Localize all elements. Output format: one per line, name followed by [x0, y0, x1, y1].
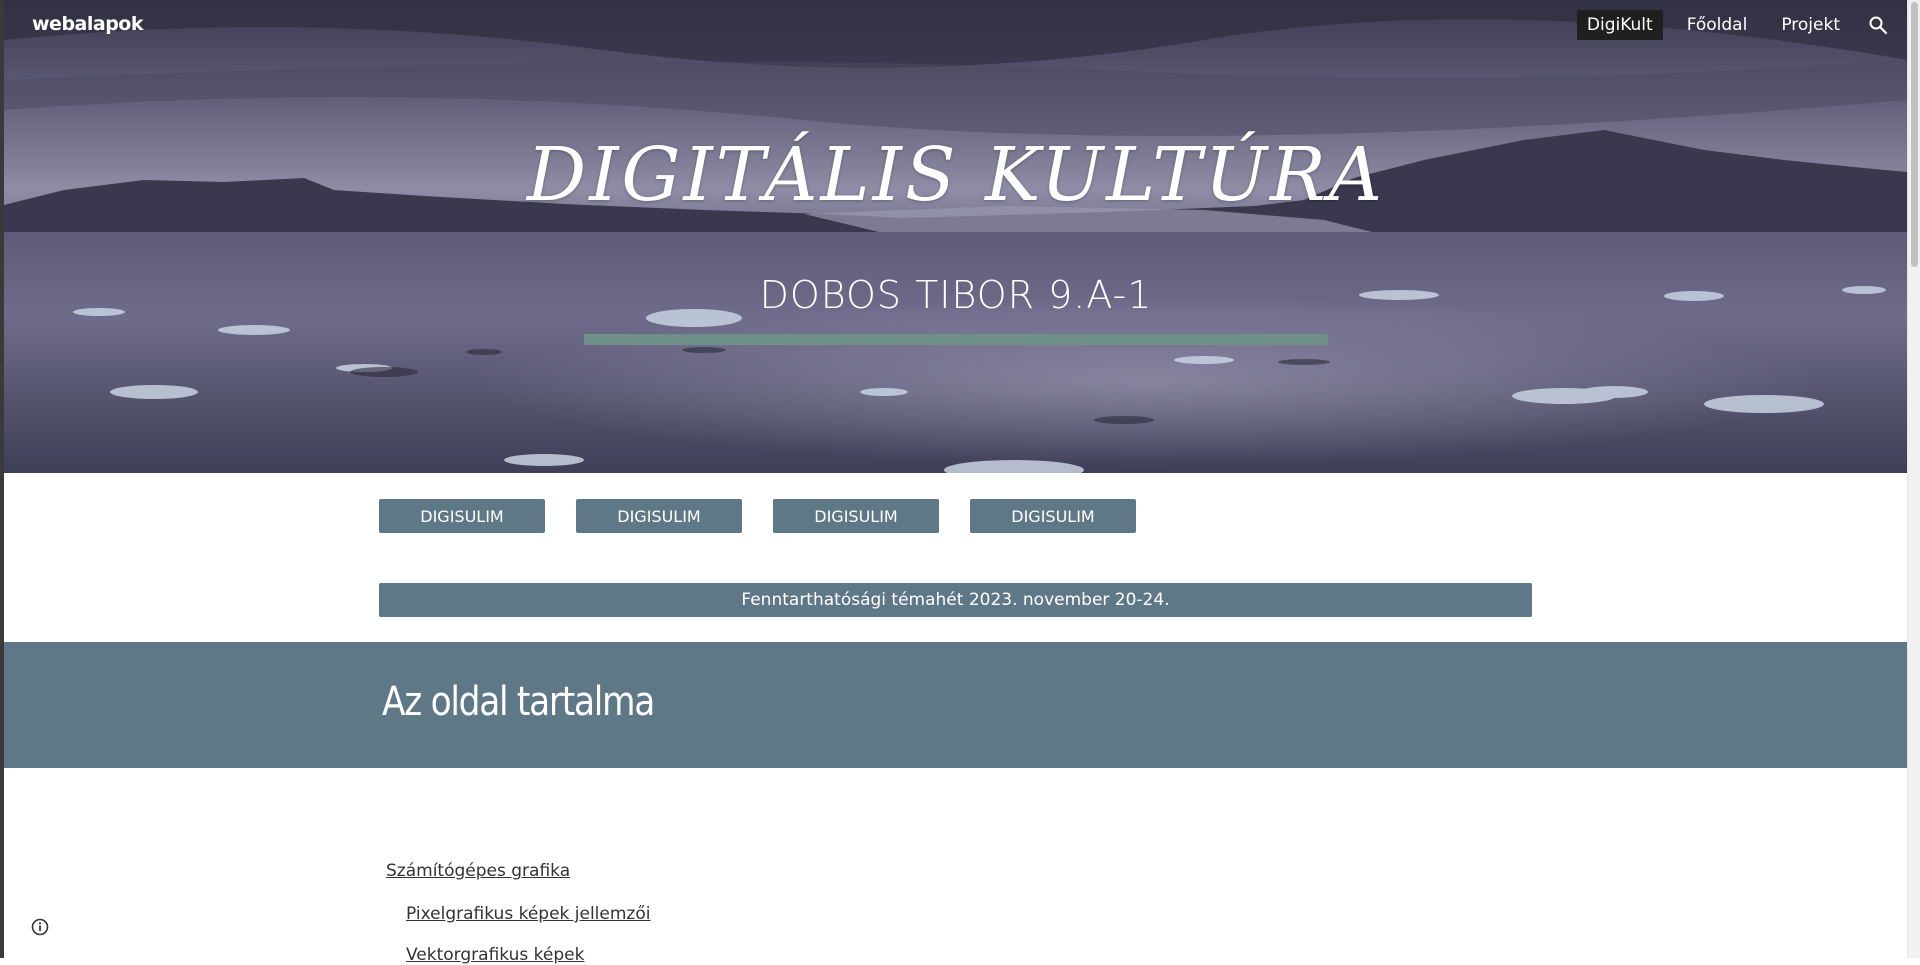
vertical-scrollbar[interactable]: [1907, 0, 1920, 958]
button-row: DIGISULIM DIGISULIM DIGISULIM DIGISULIM: [379, 499, 1167, 533]
hero-accent-bar: [584, 334, 1328, 345]
nav-item-projekt[interactable]: Projekt: [1771, 10, 1850, 40]
hero-background-image: [4, 0, 1908, 473]
section-heading-band: [4, 642, 1908, 768]
toc-link-pixelgrafikus-kepek[interactable]: Pixelgrafikus képek jellemzői: [406, 904, 650, 924]
digisulim-button-2[interactable]: DIGISULIM: [576, 499, 742, 533]
nav-item-fooldal[interactable]: Főoldal: [1677, 10, 1758, 40]
page-subtitle: DOBOS TIBOR 9.A-1: [759, 273, 1153, 317]
info-icon: [31, 918, 49, 936]
top-navigation: DigiKult Főoldal Projekt: [1576, 10, 1908, 40]
toc-link-vektorgrafikus-kepek[interactable]: Vektorgrafikus képek: [406, 945, 584, 965]
toc-link-szamitogepes-grafika[interactable]: Számítógépes grafika: [386, 861, 570, 881]
digisulim-button-1[interactable]: DIGISULIM: [379, 499, 545, 533]
sustainability-week-button[interactable]: Fenntarthatósági témahét 2023. november …: [379, 583, 1532, 617]
page-left-border: [0, 0, 4, 958]
page-title: DIGITÁLIS KULTÚRA: [526, 132, 1386, 218]
site-name[interactable]: webalapok: [32, 13, 143, 35]
digisulim-button-3[interactable]: DIGISULIM: [773, 499, 939, 533]
site-info-button[interactable]: [30, 917, 50, 937]
digisulim-button-4[interactable]: DIGISULIM: [970, 499, 1136, 533]
scrollbar-thumb[interactable]: [1911, 2, 1918, 267]
search-button[interactable]: [1864, 11, 1892, 39]
nav-item-digikult[interactable]: DigiKult: [1576, 10, 1663, 40]
section-heading: Az oldal tartalma: [382, 679, 655, 725]
search-icon: [1869, 16, 1888, 35]
hero-banner: webalapok DigiKult Főoldal Projekt DIGIT…: [4, 0, 1908, 473]
